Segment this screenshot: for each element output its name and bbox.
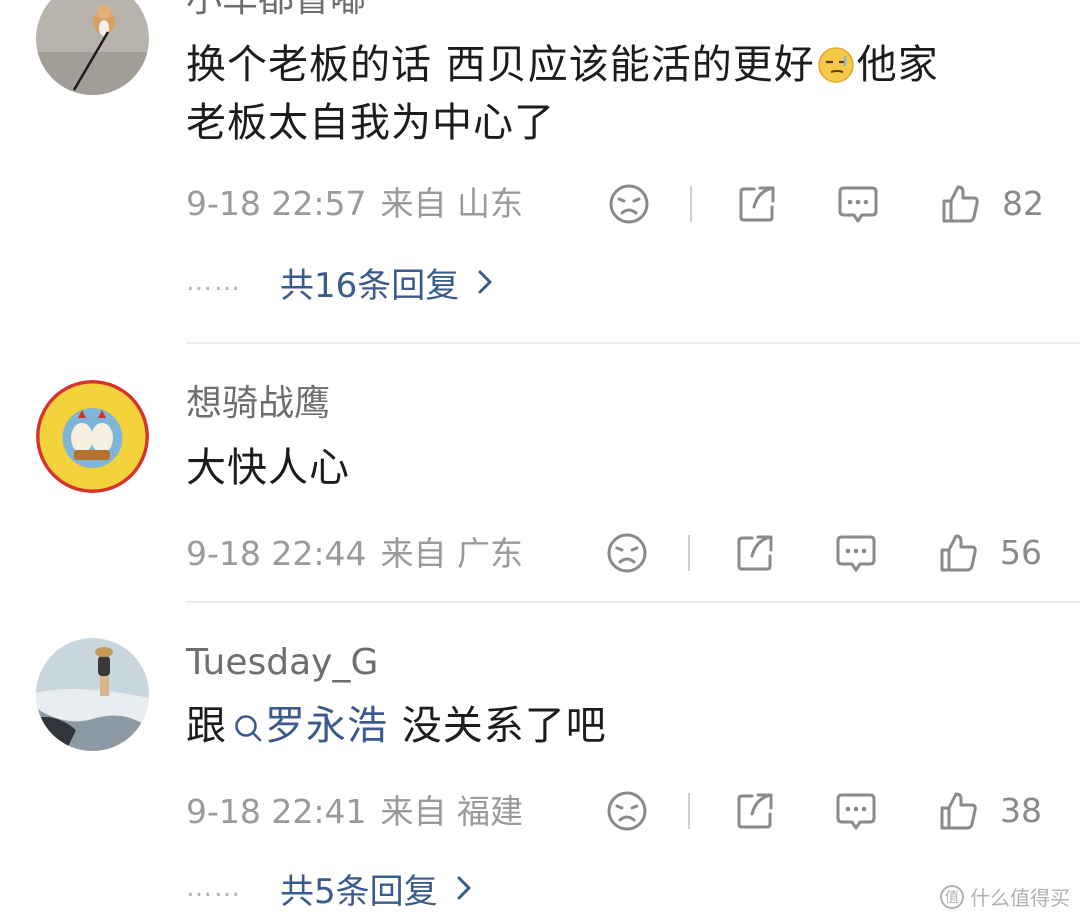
comment-text-suffix: 没关系了吧 xyxy=(388,703,607,749)
divider xyxy=(690,186,692,222)
chevron-right-icon xyxy=(478,270,492,294)
like-count: 82 xyxy=(1002,184,1044,223)
comment-text-line: 换个老板的话 西贝应该能活的更好 xyxy=(186,42,815,88)
view-replies-link[interactable]: 共5条回复 xyxy=(280,864,472,913)
comment-time: 9-18 22:57 xyxy=(186,184,367,223)
watermark: 值 什么值得买 xyxy=(940,882,1070,911)
comment-divider xyxy=(186,342,1080,344)
dislike-button[interactable] xyxy=(608,180,650,228)
sad-face-icon xyxy=(607,533,647,573)
share-button[interactable] xyxy=(734,529,776,577)
comment-text-line: 老板太自我为中心了 xyxy=(186,100,555,146)
share-icon xyxy=(737,793,773,829)
sad-face-icon xyxy=(609,184,649,224)
share-icon xyxy=(739,186,775,222)
avatar-los-pollos-logo xyxy=(36,380,149,493)
comment-text-line: 他家 xyxy=(856,42,939,88)
comment-bubble-icon xyxy=(838,186,878,223)
replies-row: …… 共5条回复 xyxy=(186,864,472,913)
avatar-beach-photo xyxy=(36,638,149,751)
like-button[interactable]: 38 xyxy=(938,787,1042,835)
replies-count-label: 共5条回复 xyxy=(280,871,438,912)
comment-button[interactable] xyxy=(834,787,878,835)
like-count: 56 xyxy=(1000,533,1042,572)
comment-bubble-icon xyxy=(836,793,876,830)
divider xyxy=(688,793,690,829)
sad-face-icon xyxy=(607,791,647,831)
thumbs-up-icon xyxy=(940,792,977,830)
share-button[interactable] xyxy=(734,787,776,835)
ellipsis-dots: …… xyxy=(186,267,242,297)
like-button[interactable]: 82 xyxy=(940,180,1044,228)
comment-text: 跟 罗永浩 没关系了吧 xyxy=(186,697,1026,755)
comment-location: 来自 广东 xyxy=(380,534,524,573)
divider xyxy=(688,535,690,571)
share-icon xyxy=(737,535,773,571)
replies-row: …… 共16条回复 xyxy=(186,258,493,307)
dislike-button[interactable] xyxy=(606,787,648,835)
chevron-right-icon xyxy=(457,876,471,900)
thumbs-up-icon xyxy=(942,185,979,223)
comment-divider xyxy=(186,601,1080,603)
comment-text: 大快人心 xyxy=(186,445,350,491)
avatar[interactable] xyxy=(36,0,149,95)
dislike-button[interactable] xyxy=(606,529,648,577)
mention-name: 罗永浩 xyxy=(265,703,388,749)
comment-text: 换个老板的话 西贝应该能活的更好 他家 老板太自我为中心了 xyxy=(186,36,1026,152)
username[interactable]: 想骑战鹰 xyxy=(186,382,330,426)
search-icon xyxy=(235,715,262,742)
avatar-dog-photo xyxy=(36,0,149,95)
thumbs-up-icon xyxy=(940,534,977,572)
watermark-logo-icon: 值 xyxy=(940,884,964,909)
comment-text-prefix: 跟 xyxy=(186,703,227,749)
avatar[interactable] xyxy=(36,638,149,751)
comment-location: 来自 福建 xyxy=(380,792,524,831)
comment-time: 9-18 22:41 xyxy=(186,792,367,831)
comment-bubble-icon xyxy=(836,535,876,572)
comment-button[interactable] xyxy=(834,529,878,577)
comment-time: 9-18 22:44 xyxy=(186,534,367,573)
comment-button[interactable] xyxy=(836,180,880,228)
username[interactable]: 小车都督嘟 xyxy=(186,0,366,22)
replies-count-label: 共16条回复 xyxy=(280,265,460,306)
ellipsis-dots: …… xyxy=(186,873,242,903)
view-replies-link[interactable]: 共16条回复 xyxy=(280,258,493,307)
like-count: 38 xyxy=(1000,791,1042,830)
comment-location: 来自 山东 xyxy=(380,184,524,223)
username[interactable]: Tuesday_G xyxy=(186,641,378,685)
comment-meta: 9-18 22:57 来自 山东 xyxy=(186,184,523,224)
avatar[interactable] xyxy=(36,380,149,493)
comment-meta: 9-18 22:41 来自 福建 xyxy=(186,792,523,832)
watermark-text: 什么值得买 xyxy=(970,886,1070,910)
share-button[interactable] xyxy=(736,180,778,228)
comment-meta: 9-18 22:44 来自 广东 xyxy=(186,534,523,574)
like-button[interactable]: 56 xyxy=(938,529,1042,577)
mention-link[interactable]: 罗永浩 xyxy=(227,703,388,749)
smirk-emoji-icon xyxy=(817,47,854,83)
